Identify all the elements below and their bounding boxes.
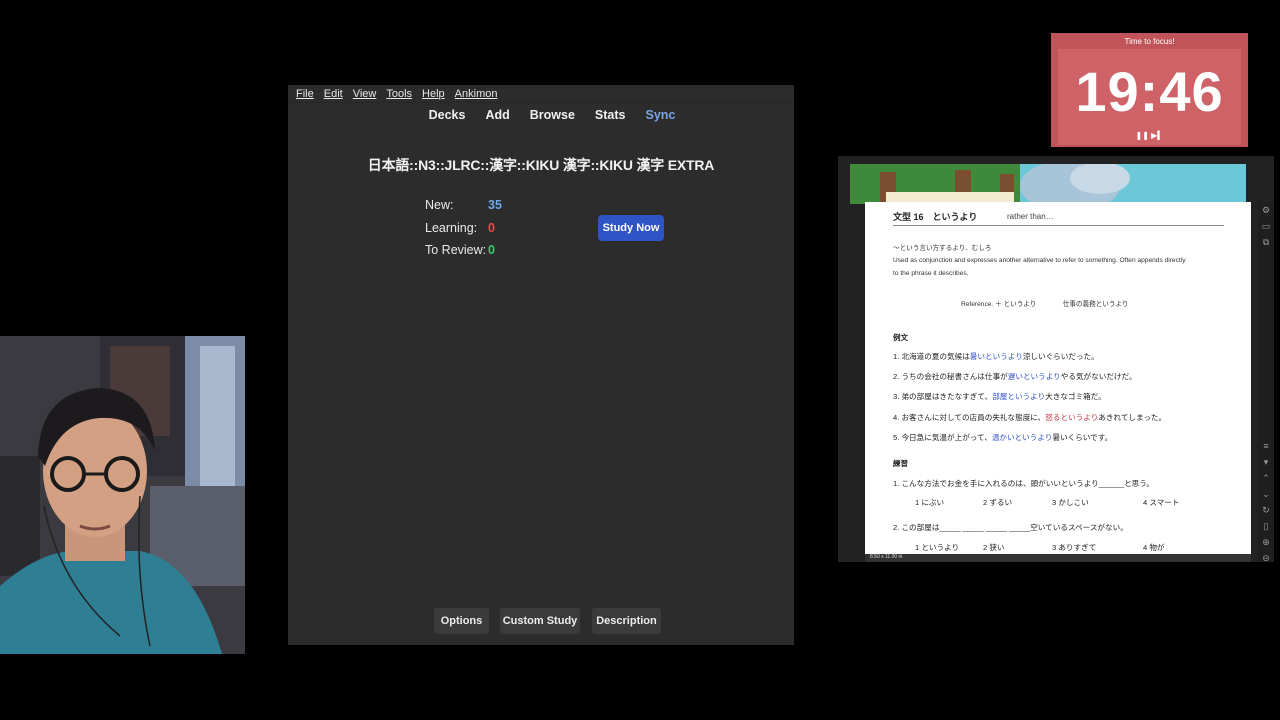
example-text: 涼しいぐらいだった。 [1022, 352, 1099, 361]
doc-icon[interactable]: ▭ [1258, 218, 1274, 234]
q2-option-4: 4 物が [1143, 543, 1165, 552]
grammar-title: 文型 16 というより [893, 212, 978, 222]
copy-icon[interactable]: ⧉ [1258, 234, 1274, 250]
timer-panel: 19:46 ❚❚ ▶▍ [1058, 49, 1241, 145]
options-button[interactable]: Options [434, 608, 489, 634]
toolbar-browse[interactable]: Browse [530, 108, 575, 122]
focus-timer: Time to focus! 19:46 ❚❚ ▶▍ [1051, 33, 1248, 147]
game-banner-image [850, 164, 1246, 204]
webcam-feed [0, 336, 245, 654]
example-3: 3. 弟の部屋はきたなすぎて、部屋というより大きなゴミ箱だ。 [893, 391, 1106, 402]
reference: Reference. ＋ というより 仕事の義務というより [961, 301, 1129, 308]
pdf-tool-rail: ⚙ ▭ ⧉ ≡ ▾ ⌃ ⌄ ↻ ▯ ⊕ ⊖ [1258, 202, 1274, 563]
example-highlight: 部屋というより [992, 392, 1046, 401]
toolbar-decks[interactable]: Decks [429, 108, 466, 122]
webcam-person-image [0, 336, 245, 654]
menu-edit[interactable]: Edit [324, 88, 343, 100]
examples-heading: 例文 [893, 333, 908, 342]
up-icon[interactable]: ⌃ [1258, 470, 1274, 486]
pdf-page: 文型 16 というより rather than… ～という言い方するより、むしろ… [865, 202, 1251, 554]
definition: ～という言い方するより、むしろ [893, 245, 992, 252]
study-now-button[interactable]: Study Now [598, 215, 664, 241]
q1-option-2: 2 ずるい [983, 498, 1013, 507]
example-text: 4. お客さんに対しての店員の失礼な態度に、 [893, 413, 1046, 422]
arrow-down-icon[interactable]: ▾ [1258, 454, 1274, 470]
stat-new: New: 35 [425, 198, 502, 212]
stat-learning: Learning: 0 [425, 221, 495, 235]
q1-option-4: 4 スマート [1143, 498, 1180, 507]
stat-learning-value: 0 [488, 221, 495, 235]
toolbar-stats[interactable]: Stats [595, 108, 626, 122]
menu-bar: File Edit View Tools Help Ankimon [288, 85, 794, 103]
pause-skip-icon[interactable]: ❚❚ ▶▍ [1136, 131, 1164, 140]
desktop: Time to focus! 19:46 ❚❚ ▶▍ File Edit Vie… [0, 0, 1280, 720]
stat-new-label: New: [425, 198, 454, 212]
anki-window: File Edit View Tools Help Ankimon Decks … [288, 85, 794, 645]
q2-option-2: 2 狭い [983, 543, 1005, 552]
pdf-status-bar: 8.50 x 11.00 in [865, 554, 1251, 562]
example-4: 4. お客さんに対しての店員の失礼な態度に、怒るというよりあきれてしまった。 [893, 412, 1166, 423]
q1-option-3: 3 かしこい [1052, 498, 1089, 507]
menu-ankimon[interactable]: Ankimon [455, 88, 498, 100]
example-text: 2. うちの会社の秘書さんは仕事が [893, 372, 1008, 381]
stat-new-value: 35 [488, 198, 502, 212]
pdf-viewer: 文型 16 というより rather than… ～という言い方するより、むしろ… [838, 156, 1274, 563]
example-text: 3. 弟の部屋はきたなすぎて、 [893, 392, 993, 401]
example-text: 大きなゴミ箱だ。 [1045, 392, 1106, 401]
q1-option-1: 1 にぶい [915, 498, 945, 507]
timer-countdown: 19:46 [1075, 60, 1224, 123]
toolbar-sync[interactable]: Sync [646, 108, 676, 122]
q2-option-1: 1 というより [915, 543, 960, 552]
example-text: 1. 北海道の夏の気候は [893, 352, 970, 361]
menu-help[interactable]: Help [422, 88, 445, 100]
page-icon[interactable]: ▯ [1258, 518, 1274, 534]
down-icon[interactable]: ⌄ [1258, 486, 1274, 502]
toolbar-add[interactable]: Add [485, 108, 509, 122]
custom-study-button[interactable]: Custom Study [500, 608, 580, 634]
example-1: 1. 北海道の夏の気候は暑いというより涼しいぐらいだった。 [893, 351, 1099, 362]
stat-review-label: To Review: [425, 243, 487, 257]
title-rule [893, 225, 1224, 226]
stat-learning-label: Learning: [425, 221, 478, 235]
deck-title: 日本語::N3::JLRC::漢字::KIKU 漢字::KIKU 漢字 EXTR… [367, 157, 715, 173]
practice-question-1: 1. こんな方法でお金を手に入れるのは、頭がいいというより______と思う。 [893, 479, 1154, 488]
practice-heading: 練習 [893, 459, 908, 468]
menu-tools[interactable]: Tools [386, 88, 412, 100]
zoom-out-icon[interactable]: ⊖ [1258, 550, 1274, 566]
q2-option-3: 3 ありすぎて [1052, 543, 1097, 552]
timer-label: Time to focus! [1124, 37, 1175, 46]
example-highlight: 温かいというより [991, 433, 1053, 442]
example-text: あきれてしまった。 [1098, 413, 1167, 422]
stat-review: To Review: 0 [425, 243, 495, 257]
example-text: やる気がないだけだ。 [1060, 372, 1137, 381]
menu-view[interactable]: View [353, 88, 377, 100]
example-highlight: 怒るというより [1045, 413, 1099, 422]
refresh-icon[interactable]: ↻ [1258, 502, 1274, 518]
example-highlight: 遅いというより [1007, 372, 1061, 381]
timer-controls[interactable]: ❚❚ ▶▍ [1058, 131, 1241, 140]
zoom-in-icon[interactable]: ⊕ [1258, 534, 1274, 550]
gear-icon[interactable]: ⚙ [1258, 202, 1274, 218]
practice-question-2: 2. この部屋は_____ _____ _____ _____空いているスペース… [893, 523, 1128, 532]
grammar-subtitle: rather than… [1007, 212, 1054, 221]
description-button[interactable]: Description [592, 608, 661, 634]
example-5: 5. 今日急に気温が上がって、温かいというより暑いくらいです。 [893, 432, 1112, 443]
description-line-2: to the phrase it describes. [893, 270, 969, 277]
example-text: 暑いくらいです。 [1052, 433, 1113, 442]
layers-icon[interactable]: ≡ [1258, 438, 1274, 454]
menu-file[interactable]: File [296, 88, 314, 100]
page-size-label: 8.50 x 11.00 in [870, 554, 903, 560]
main-toolbar: Decks Add Browse Stats Sync [288, 103, 794, 127]
example-2: 2. うちの会社の秘書さんは仕事が遅いというよりやる気がないだけだ。 [893, 371, 1137, 382]
stat-review-value: 0 [488, 243, 495, 257]
example-text: 5. 今日急に気温が上がって、 [893, 433, 992, 442]
banner-scene [850, 164, 1246, 204]
example-highlight: 暑いというより [969, 352, 1023, 361]
description-line-1: Used as conjunction and expresses anothe… [893, 257, 1186, 264]
